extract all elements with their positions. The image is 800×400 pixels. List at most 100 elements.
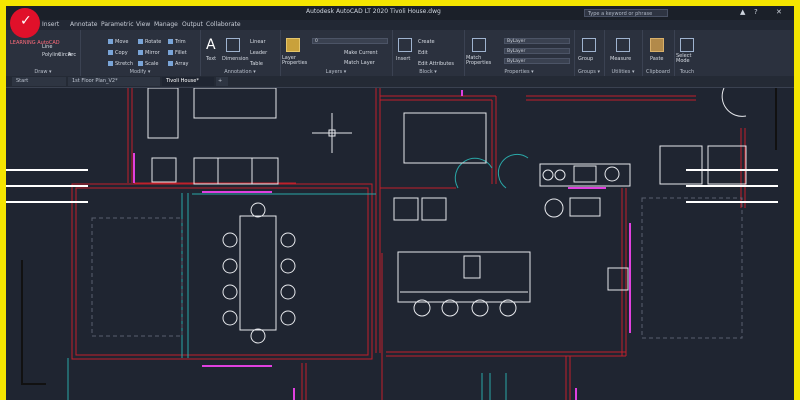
copy-label: Copy xyxy=(115,50,128,56)
insert-button[interactable]: Insert xyxy=(396,56,410,62)
move-label: Move xyxy=(115,39,129,45)
brand-logo-text: LEARNING AutoCAD xyxy=(10,40,60,46)
ribbon-tab-bar: Insert Annotate Parametric View Manage O… xyxy=(6,20,794,30)
edit-block-button[interactable]: Edit xyxy=(418,50,428,56)
stretch-icon xyxy=(108,61,113,66)
select-mode-icon[interactable] xyxy=(680,38,694,52)
stretch-label: Stretch xyxy=(115,61,134,67)
fillet-icon xyxy=(168,50,173,55)
touch-panel-label: Touch xyxy=(679,69,695,75)
touch-panel: Select Mode Touch xyxy=(674,30,700,76)
properties-panel: Match Properties ByLayer ByLayer ByLayer… xyxy=(464,30,575,76)
measure-button[interactable]: Measure xyxy=(610,56,631,62)
array-label: Array xyxy=(175,61,189,67)
paste-icon[interactable] xyxy=(650,38,664,52)
layer-properties-button[interactable]: Layer Properties xyxy=(282,56,308,66)
groups-panel-label: Groups ▾ xyxy=(578,69,600,75)
start-tab[interactable]: Start xyxy=(12,77,66,86)
mirror-icon xyxy=(138,50,143,55)
color-dropdown[interactable]: ByLayer xyxy=(504,38,570,44)
new-tab-icon[interactable]: + xyxy=(216,77,228,86)
layers-panel-label: Layers ▾ xyxy=(325,69,347,75)
table-button[interactable]: Table xyxy=(250,61,263,67)
layer-properties-icon[interactable] xyxy=(286,38,300,52)
modify-panel-label: Modify ▾ xyxy=(129,69,151,75)
linear-button[interactable]: Linear xyxy=(250,39,266,45)
fillet-button[interactable]: Fillet xyxy=(168,50,187,56)
match-layer-button[interactable]: Match Layer xyxy=(344,60,375,66)
floor-plan-tab[interactable]: 1st Floor Plan_V2* xyxy=(68,77,160,86)
group-button[interactable]: Group xyxy=(578,56,593,62)
scale-icon xyxy=(138,61,143,66)
utilities-panel: Measure Utilities ▾ xyxy=(604,30,643,76)
measure-icon[interactable] xyxy=(616,38,630,52)
tab-output[interactable]: Output xyxy=(182,21,203,28)
window-title: Autodesk AutoCAD LT 2020 Tivoli House.dw… xyxy=(306,8,441,15)
fillet-label: Fillet xyxy=(175,50,187,56)
annotation-panel: A Text Dimension Linear Leader Table Ann… xyxy=(200,30,281,76)
glass-lines xyxy=(67,153,529,400)
draw-panel: Line Polyline Circle Arc Draw ▾ xyxy=(6,30,81,76)
create-block-button[interactable]: Create xyxy=(418,39,435,45)
dining-table xyxy=(239,215,277,331)
array-icon xyxy=(168,61,173,66)
tab-annotate[interactable]: Annotate xyxy=(70,21,97,28)
mirror-button[interactable]: Mirror xyxy=(138,50,160,56)
layer-dropdown[interactable]: 0 xyxy=(312,38,388,44)
close-icon[interactable]: ✕ xyxy=(776,8,782,16)
draw-panel-label: Draw ▾ xyxy=(34,69,52,75)
text-button[interactable]: Text xyxy=(206,56,216,62)
lineweight-dropdown[interactable]: ByLayer xyxy=(504,58,570,64)
dimension-button[interactable]: Dimension xyxy=(222,56,249,62)
modify-panel: Move Rotate Trim Copy Mirror Fillet Stre… xyxy=(80,30,201,76)
drawing-canvas[interactable] xyxy=(6,18,794,400)
ribbon: Line Polyline Circle Arc Draw ▾ Move Rot… xyxy=(6,30,794,76)
text-icon[interactable]: A xyxy=(206,38,220,52)
wall-lines xyxy=(71,88,746,400)
corner-brackets xyxy=(21,18,777,385)
search-input[interactable]: Type a keyword or phrase xyxy=(584,9,668,17)
array-button[interactable]: Array xyxy=(168,61,188,67)
leader-button[interactable]: Leader xyxy=(250,50,267,56)
copy-button[interactable]: Copy xyxy=(108,50,128,56)
document-tab-bar: Start 1st Floor Plan_V2* Tivoli House* + xyxy=(6,76,794,88)
trim-icon xyxy=(168,39,173,44)
arc-button[interactable]: Arc xyxy=(68,52,76,58)
group-icon[interactable] xyxy=(582,38,596,52)
title-bar: Autodesk AutoCAD LT 2020 Tivoli House.dw… xyxy=(6,6,794,20)
match-properties-icon[interactable] xyxy=(472,38,486,52)
edit-attributes-button[interactable]: Edit Attributes xyxy=(418,61,454,67)
select-mode-button[interactable]: Select Mode xyxy=(676,54,698,64)
clipboard-panel: Paste Clipboard xyxy=(642,30,675,76)
tab-collaborate[interactable]: Collaborate xyxy=(206,21,241,28)
tab-insert[interactable]: Insert xyxy=(42,21,59,28)
help-icon[interactable]: ? xyxy=(754,8,758,16)
dimension-icon[interactable] xyxy=(226,38,240,52)
signin-icon[interactable]: ▲ xyxy=(740,8,745,16)
stretch-button[interactable]: Stretch xyxy=(108,61,133,67)
move-button[interactable]: Move xyxy=(108,39,128,45)
trim-label: Trim xyxy=(175,39,186,45)
rotate-button[interactable]: Rotate xyxy=(138,39,161,45)
tab-view[interactable]: View xyxy=(136,21,150,28)
make-current-button[interactable]: Make Current xyxy=(344,50,378,56)
tab-manage[interactable]: Manage xyxy=(154,21,178,28)
block-panel-label: Block ▾ xyxy=(419,69,437,75)
copy-icon xyxy=(108,50,113,55)
tivoli-house-tab[interactable]: Tivoli House* xyxy=(162,77,214,86)
layers-panel: Layer Properties 0 Make Current Match La… xyxy=(280,30,393,76)
insert-block-icon[interactable] xyxy=(398,38,412,52)
match-properties-button[interactable]: Match Properties xyxy=(466,56,494,66)
utilities-panel-label: Utilities ▾ xyxy=(611,69,635,75)
dashed-lines xyxy=(91,197,743,339)
furniture xyxy=(147,87,747,344)
linetype-dropdown[interactable]: ByLayer xyxy=(504,48,570,54)
tab-parametric[interactable]: Parametric xyxy=(101,21,134,28)
trim-button[interactable]: Trim xyxy=(168,39,186,45)
rotate-icon xyxy=(138,39,143,44)
paste-button[interactable]: Paste xyxy=(650,56,664,62)
scale-button[interactable]: Scale xyxy=(138,61,158,67)
autocad-window: Autodesk AutoCAD LT 2020 Tivoli House.dw… xyxy=(6,6,794,400)
yellow-frame: Autodesk AutoCAD LT 2020 Tivoli House.dw… xyxy=(0,0,800,400)
cursor-crosshair xyxy=(312,113,352,153)
